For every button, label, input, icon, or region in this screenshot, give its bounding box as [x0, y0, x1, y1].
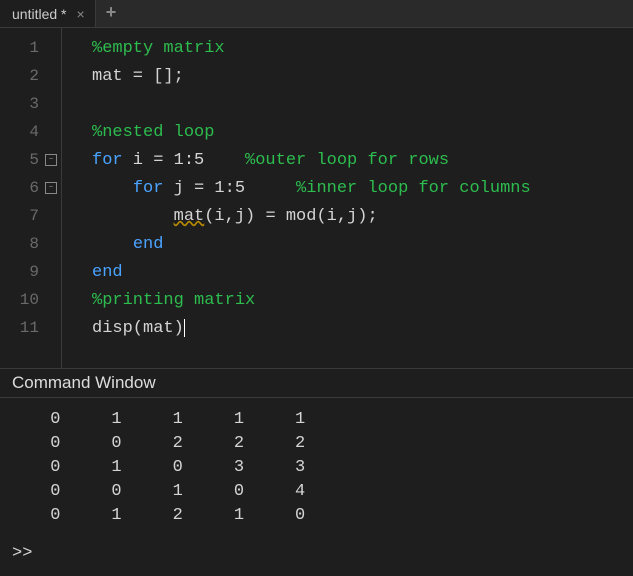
code-line: mat = [];	[92, 62, 633, 90]
code-line: for i = 1:5 %outer loop for rows	[92, 146, 633, 174]
output-row: 0 0 2 2 2	[40, 432, 593, 456]
output-row: 0 1 1 1 1	[40, 408, 593, 432]
line-number: 8	[9, 235, 39, 253]
command-window-title: Command Window	[0, 368, 633, 398]
line-number: 7	[9, 207, 39, 225]
fold-icon[interactable]: −	[45, 182, 57, 194]
command-output: 0 1 1 1 1 0 0 2 2 2 0 1 0 3 3 0 0 1 0 4 …	[0, 398, 633, 538]
tab-untitled[interactable]: untitled * ×	[0, 0, 96, 27]
line-number: 1	[9, 39, 39, 57]
line-number: 4	[9, 123, 39, 141]
output-row: 0 1 2 1 0	[40, 504, 593, 528]
code-line: end	[92, 230, 633, 258]
command-prompt[interactable]: >>	[0, 538, 633, 569]
code-line: disp(mat)	[92, 314, 633, 342]
code-line: mat(i,j) = mod(i,j);	[92, 202, 633, 230]
line-number: 3	[9, 95, 39, 113]
tab-title: untitled *	[12, 6, 66, 22]
close-icon[interactable]: ×	[74, 6, 86, 22]
code-line: %printing matrix	[92, 286, 633, 314]
output-row: 0 1 0 3 3	[40, 456, 593, 480]
line-number: 2	[9, 67, 39, 85]
code-line: %empty matrix	[92, 34, 633, 62]
code-line: end	[92, 258, 633, 286]
tab-bar: untitled * × +	[0, 0, 633, 28]
line-number: 5	[9, 151, 39, 169]
output-row: 0 0 1 0 4	[40, 480, 593, 504]
add-tab-button[interactable]: +	[96, 4, 127, 24]
code-line	[92, 90, 633, 118]
line-gutter: 1 2 3 4 5− 6− 7 8 9 10 11	[0, 28, 62, 368]
code-editor[interactable]: 1 2 3 4 5− 6− 7 8 9 10 11 %empty matrix …	[0, 28, 633, 368]
fold-icon[interactable]: −	[45, 154, 57, 166]
code-area[interactable]: %empty matrix mat = []; %nested loop for…	[62, 28, 633, 368]
line-number: 11	[9, 319, 39, 337]
line-number: 10	[9, 291, 39, 309]
code-line: %nested loop	[92, 118, 633, 146]
text-cursor	[184, 319, 185, 337]
line-number: 9	[9, 263, 39, 281]
line-number: 6	[9, 179, 39, 197]
code-line: for j = 1:5 %inner loop for columns	[92, 174, 633, 202]
